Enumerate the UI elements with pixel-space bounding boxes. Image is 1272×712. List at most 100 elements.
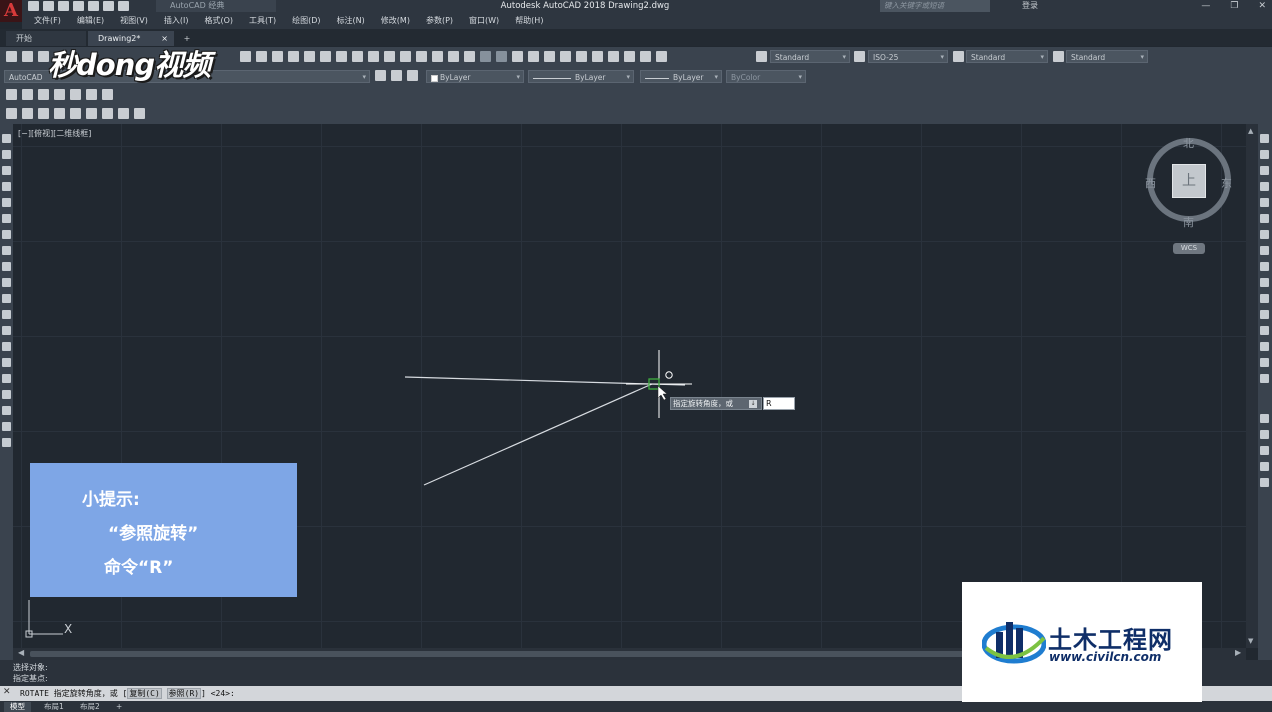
spline-icon[interactable] xyxy=(2,262,11,271)
extend-icon[interactable] xyxy=(1260,294,1269,303)
zoom-realtime-icon[interactable] xyxy=(528,51,539,62)
compass-west[interactable]: 西 xyxy=(1145,175,1156,191)
restore-button[interactable]: ❐ xyxy=(1230,0,1238,12)
customize-wrench-icon[interactable]: ✕ xyxy=(3,687,11,697)
mtext-draw-icon[interactable] xyxy=(2,422,11,431)
compass-east[interactable]: 东 xyxy=(1221,175,1232,191)
mtext-icon[interactable] xyxy=(6,108,17,119)
menu-format[interactable]: 格式(O) xyxy=(204,13,233,29)
compass-south[interactable]: 南 xyxy=(1183,214,1194,230)
lights-icon[interactable] xyxy=(102,89,113,100)
viewcube-top-face[interactable]: 上 xyxy=(1172,164,1206,198)
rotate-icon[interactable] xyxy=(1260,230,1269,239)
hatch-icon[interactable] xyxy=(2,358,11,367)
paste-icon[interactable] xyxy=(272,51,283,62)
gradient-icon[interactable] xyxy=(2,374,11,383)
publish-icon[interactable] xyxy=(352,51,363,62)
arc-icon[interactable] xyxy=(2,214,11,223)
line-icon[interactable] xyxy=(2,134,11,143)
clipboard-icon[interactable] xyxy=(432,51,443,62)
help-search-input[interactable]: 键入关键字或短语 xyxy=(880,0,990,12)
mirror-icon[interactable] xyxy=(1260,166,1269,175)
edit-text-icon[interactable] xyxy=(38,108,49,119)
polygon-icon[interactable] xyxy=(2,182,11,191)
stretch-icon[interactable] xyxy=(1260,262,1269,271)
polyline-icon[interactable] xyxy=(2,166,11,175)
add-layout-button[interactable]: + xyxy=(110,702,128,712)
command-prompt[interactable]: ROTATE 指定旋转角度，或 [复制(C) 参照(R)] <24>: xyxy=(20,687,235,700)
save-icon[interactable] xyxy=(58,1,69,11)
table-style-icon[interactable] xyxy=(953,51,964,62)
menu-draw[interactable]: 绘图(D) xyxy=(292,13,320,29)
tool-palettes-icon[interactable] xyxy=(608,51,619,62)
open-icon[interactable] xyxy=(43,1,54,11)
plot-icon[interactable] xyxy=(88,1,99,11)
dim-style-icon[interactable] xyxy=(854,51,865,62)
close-button[interactable]: ✕ xyxy=(1258,0,1266,12)
dimension-radius-icon[interactable] xyxy=(1260,462,1269,471)
make-block-icon[interactable] xyxy=(2,326,11,335)
layer-previous-icon[interactable] xyxy=(407,70,418,81)
zoom-window-icon[interactable] xyxy=(544,51,555,62)
ellipse-icon[interactable] xyxy=(2,278,11,287)
dynamic-input-field[interactable]: R xyxy=(763,397,795,410)
convert-space-icon[interactable] xyxy=(134,108,145,119)
menu-file[interactable]: 文件(F) xyxy=(34,13,61,29)
fillet-icon[interactable] xyxy=(1260,358,1269,367)
linetype-select[interactable]: ByLayer xyxy=(528,70,634,84)
layer-current-icon[interactable] xyxy=(391,70,402,81)
menu-insert[interactable]: 插入(I) xyxy=(164,13,189,29)
menu-dimension[interactable]: 标注(N) xyxy=(337,13,365,29)
eraser-icon[interactable] xyxy=(38,89,49,100)
erase-tool-icon[interactable] xyxy=(1260,134,1269,143)
menu-tools[interactable]: 工具(T) xyxy=(249,13,276,29)
menu-modify[interactable]: 修改(M) xyxy=(381,13,410,29)
undo-icon[interactable] xyxy=(103,1,114,11)
trim-icon[interactable] xyxy=(1260,278,1269,287)
text-style-select[interactable]: Standard xyxy=(770,50,850,64)
dim-style-select[interactable]: ISO-25 xyxy=(868,50,948,64)
qnew-icon[interactable] xyxy=(6,51,17,62)
offset-icon[interactable] xyxy=(1260,182,1269,191)
match-properties-icon[interactable] xyxy=(288,51,299,62)
print-icon[interactable] xyxy=(368,51,379,62)
tab-layout1[interactable]: 布局1 xyxy=(38,702,70,712)
tab-model[interactable]: 模型 xyxy=(4,702,31,712)
scroll-left-icon[interactable]: ◀ xyxy=(18,648,24,657)
table-style-select[interactable]: Standard xyxy=(966,50,1048,64)
layer-states-icon[interactable] xyxy=(375,70,386,81)
quickcalc-icon[interactable] xyxy=(640,51,651,62)
option-reference[interactable]: 参照(R) xyxy=(166,688,202,699)
array-icon[interactable] xyxy=(1260,198,1269,207)
table-icon[interactable] xyxy=(2,406,11,415)
construction-line-icon[interactable] xyxy=(2,150,11,159)
undo-icon[interactable] xyxy=(480,51,491,62)
help-question-icon[interactable] xyxy=(656,51,667,62)
help-icon[interactable] xyxy=(320,51,331,62)
single-text-icon[interactable] xyxy=(22,108,33,119)
text-style-icon[interactable] xyxy=(756,51,767,62)
rectangle-icon[interactable] xyxy=(2,198,11,207)
break-icon[interactable] xyxy=(1260,310,1269,319)
minimize-button[interactable]: — xyxy=(1201,0,1210,12)
dimension-angular-icon[interactable] xyxy=(1260,478,1269,487)
pan-icon[interactable] xyxy=(512,51,523,62)
justify-text-icon[interactable] xyxy=(118,108,129,119)
insert-block-icon[interactable] xyxy=(2,310,11,319)
dimension-arc-icon[interactable] xyxy=(1260,446,1269,455)
explode-icon[interactable] xyxy=(1260,374,1269,383)
compass-north[interactable]: 北 xyxy=(1183,135,1194,151)
login-button[interactable]: 登录 xyxy=(1022,0,1038,12)
find-text-icon[interactable] xyxy=(54,108,65,119)
print-preview-icon[interactable] xyxy=(384,51,395,62)
layer-manager-icon[interactable] xyxy=(6,89,17,100)
copy-tool-icon[interactable] xyxy=(1260,150,1269,159)
scroll-up-icon[interactable]: ▲ xyxy=(1248,127,1253,135)
join-icon[interactable] xyxy=(1260,326,1269,335)
color-select[interactable]: ByLayer xyxy=(426,70,524,84)
point-icon[interactable] xyxy=(2,342,11,351)
save-as-icon[interactable] xyxy=(73,1,84,11)
menu-help[interactable]: 帮助(H) xyxy=(515,13,543,29)
view-icon[interactable] xyxy=(22,89,33,100)
render-icon[interactable] xyxy=(70,89,81,100)
